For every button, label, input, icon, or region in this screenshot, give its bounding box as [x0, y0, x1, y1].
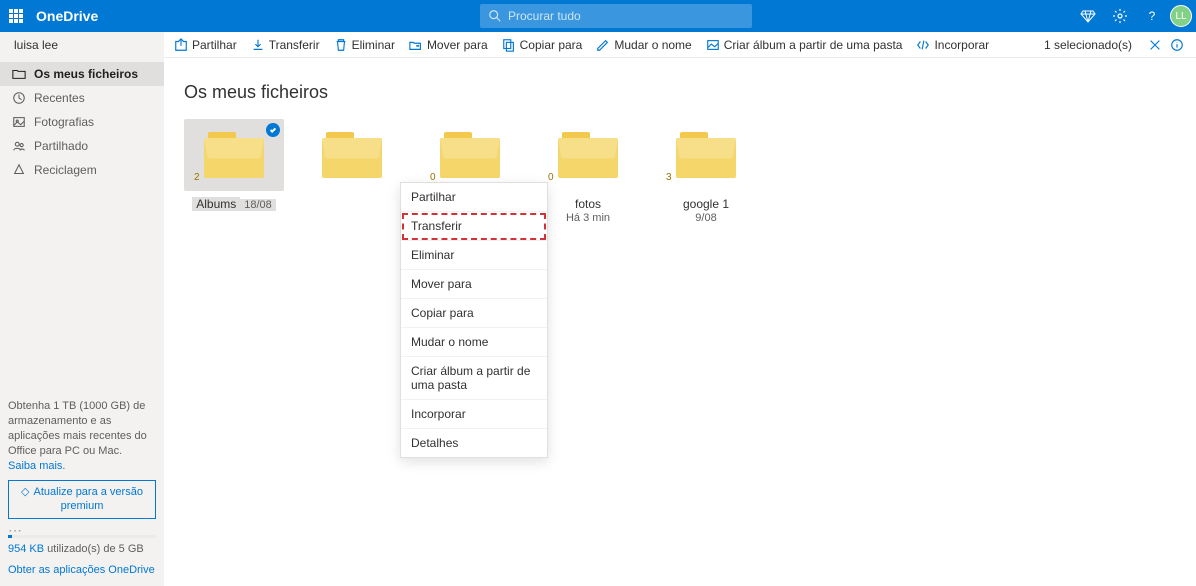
sidebar-item-recycle[interactable]: Reciclagem [0, 158, 164, 182]
sidebar-item-label: Reciclagem [34, 163, 97, 177]
cmd-copy[interactable]: Copiar para [502, 38, 583, 52]
share-icon [174, 38, 188, 52]
folder-tile[interactable]: 3 google 19/08 [656, 119, 756, 224]
sidebar-item-photos[interactable]: Fotografias [0, 110, 164, 134]
user-avatar[interactable]: LL [1170, 5, 1192, 27]
download-icon [251, 38, 265, 52]
command-bar: Partilhar Transferir Eliminar Mover para… [164, 32, 1196, 58]
selected-check-icon [266, 123, 280, 137]
topbar: OneDrive Procurar tudo ? LL [0, 0, 1196, 32]
diamond-icon: ◇ [21, 486, 29, 498]
item-count-badge: 2 [194, 172, 200, 183]
context-menu-item[interactable]: Mover para [401, 270, 547, 299]
folder-thumb: 2 [184, 119, 284, 191]
item-count-badge: 0 [548, 172, 554, 183]
folder-subtitle: 9/08 [656, 212, 756, 224]
copy-icon [502, 38, 516, 52]
context-menu-item[interactable]: Transferir [401, 212, 547, 241]
quota-bar [8, 535, 156, 538]
diamond-icon [1080, 8, 1096, 24]
selection-count: 1 selecionado(s) [1044, 38, 1132, 52]
folder-icon [322, 132, 382, 178]
upgrade-premium-button[interactable]: ◇Atualize para a versão premium [8, 480, 156, 520]
sidebar-item-label: Fotografias [34, 115, 94, 129]
folder-name: google 1 [656, 197, 756, 211]
sidebar-item-label: Partilhado [34, 139, 88, 153]
sidebar-item-myfiles[interactable]: Os meus ficheiros [0, 62, 164, 86]
search-icon [488, 9, 502, 23]
sidebar-item-label: Os meus ficheiros [34, 67, 138, 81]
waffle-icon [9, 9, 23, 23]
folder-tile[interactable]: 2 Albums18/08 [184, 119, 284, 224]
search-placeholder: Procurar tudo [508, 9, 581, 23]
cmd-rename[interactable]: Mudar o nome [596, 38, 691, 52]
help-icon: ? [1144, 8, 1160, 24]
sidebar-item-recent[interactable]: Recentes [0, 86, 164, 110]
context-menu-item[interactable]: Copiar para [401, 299, 547, 328]
folder-icon [12, 67, 26, 81]
learn-more-link[interactable]: Saiba mais. [8, 460, 65, 472]
album-icon [706, 38, 720, 52]
folder-icon [440, 132, 500, 178]
sidebar: luisa lee Os meus ficheiros Recentes Fot… [0, 32, 164, 586]
context-menu-item[interactable]: Criar álbum a partir de uma pasta [401, 357, 547, 400]
cmd-download[interactable]: Transferir [251, 38, 320, 52]
context-menu-item[interactable]: Eliminar [401, 241, 547, 270]
clear-selection-button[interactable] [1146, 36, 1164, 54]
embed-icon [916, 38, 930, 52]
folder-tile[interactable]: 0 fotosHá 3 min [538, 119, 638, 224]
folder-thumb: 3 [656, 119, 756, 191]
folder-thumb [302, 119, 402, 191]
folder-name: Albums [192, 197, 240, 211]
people-icon [12, 139, 26, 153]
folder-icon [204, 132, 264, 178]
cmd-embed[interactable]: Incorporar [916, 38, 989, 52]
get-apps-link[interactable]: Obter as aplicações OneDrive [8, 564, 155, 576]
cmd-delete[interactable]: Eliminar [334, 38, 395, 52]
photo-icon [12, 115, 26, 129]
svg-text:?: ? [1149, 9, 1156, 23]
cmd-share[interactable]: Partilhar [174, 38, 237, 52]
context-menu-item[interactable]: Incorporar [401, 400, 547, 429]
context-menu-item[interactable]: Partilhar [401, 183, 547, 212]
folder-subtitle: Há 3 min [538, 212, 638, 224]
context-menu: PartilharTransferirEliminarMover paraCop… [400, 182, 548, 458]
close-icon [1148, 38, 1162, 52]
quota-text: 954 KB utilizado(s) de 5 GB [8, 542, 156, 557]
premium-diamond-button[interactable] [1072, 0, 1104, 32]
app-launcher-button[interactable] [0, 0, 32, 32]
context-menu-item[interactable]: Mudar o nome [401, 328, 547, 357]
move-icon [409, 38, 423, 52]
page-title: Os meus ficheiros [184, 82, 1176, 103]
folder-icon [676, 132, 736, 178]
sidebar-item-shared[interactable]: Partilhado [0, 134, 164, 158]
search-input[interactable]: Procurar tudo [480, 4, 752, 28]
gear-icon [1112, 8, 1128, 24]
quota-menu[interactable]: ⋯ [8, 527, 156, 533]
settings-button[interactable] [1104, 0, 1136, 32]
main: Partilhar Transferir Eliminar Mover para… [164, 32, 1196, 586]
user-name-label: luisa lee [0, 32, 164, 58]
folder-thumb: 0 [538, 119, 638, 191]
trash-icon [334, 38, 348, 52]
folder-tile[interactable] [302, 119, 402, 224]
file-grid: 2Albums18/080docAgora mesmo0fotosHá 3 mi… [184, 119, 1176, 224]
folder-subtitle: 18/08 [240, 199, 276, 211]
cmd-create-album[interactable]: Criar álbum a partir de uma pasta [706, 38, 903, 52]
info-icon [1170, 38, 1184, 52]
brand-label: OneDrive [36, 8, 98, 24]
pencil-icon [596, 38, 610, 52]
clock-icon [12, 91, 26, 105]
sidebar-item-label: Recentes [34, 91, 85, 105]
details-pane-button[interactable] [1168, 36, 1186, 54]
folder-thumb: 0 [420, 119, 520, 191]
item-count-badge: 3 [666, 172, 672, 183]
recycle-icon [12, 163, 26, 177]
folder-icon [558, 132, 618, 178]
help-button[interactable]: ? [1136, 0, 1168, 32]
cmd-move[interactable]: Mover para [409, 38, 488, 52]
context-menu-item[interactable]: Detalhes [401, 429, 547, 457]
promo-text: Obtenha 1 TB (1000 GB) de armazenamento … [8, 399, 156, 458]
folder-name: fotos [538, 197, 638, 211]
